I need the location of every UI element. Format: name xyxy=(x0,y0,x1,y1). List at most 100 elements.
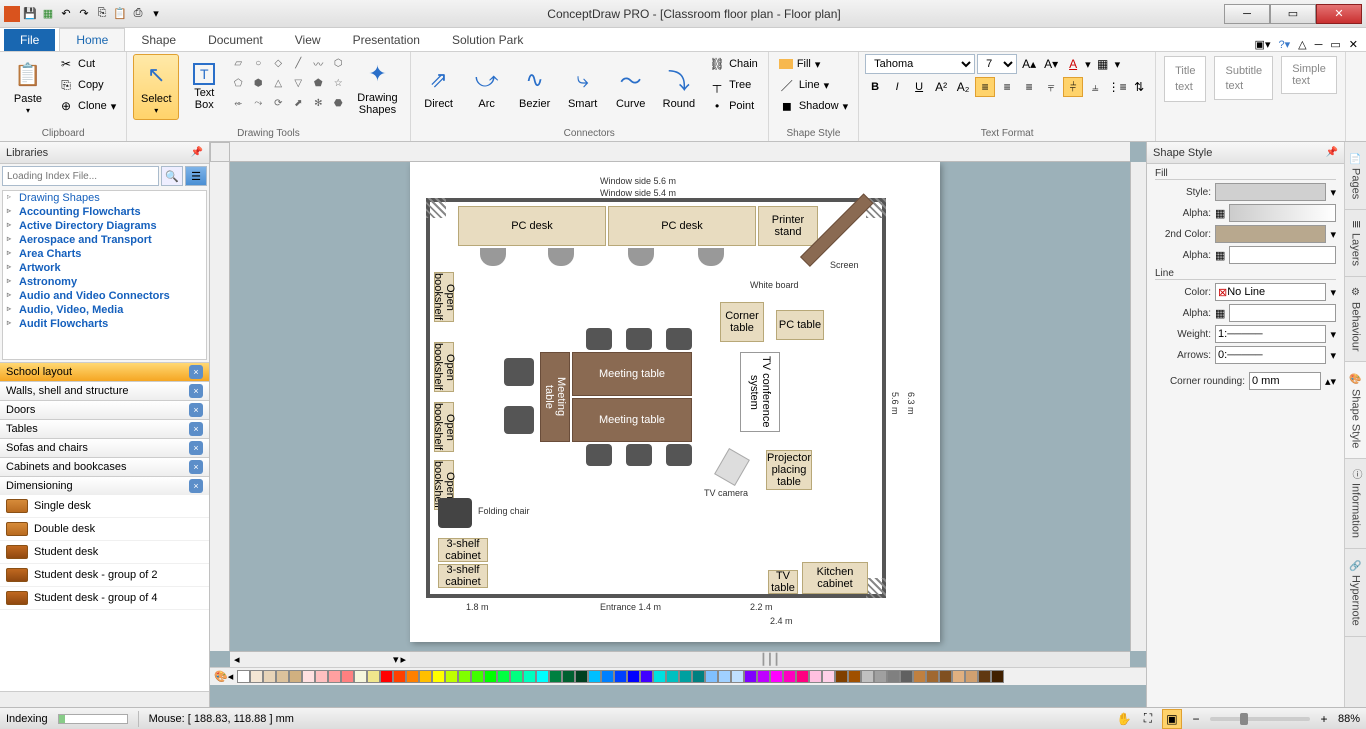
color-swatch[interactable] xyxy=(679,670,692,683)
arc-connector[interactable]: ⤻Arc xyxy=(465,54,509,120)
tab-solution[interactable]: Solution Park xyxy=(436,29,539,51)
superscript-icon[interactable]: A² xyxy=(931,77,951,97)
bezier-connector[interactable]: ∿Bezier xyxy=(513,54,557,120)
pin-icon[interactable]: 📌 xyxy=(1326,147,1338,158)
color-swatch[interactable] xyxy=(770,670,783,683)
valign-bot-icon[interactable]: ⫨ xyxy=(1085,77,1105,97)
font-size-select[interactable]: 7 xyxy=(977,54,1017,74)
window-icon[interactable]: ▣▾ xyxy=(1255,38,1271,51)
color-swatch[interactable] xyxy=(380,670,393,683)
direct-connector[interactable]: ⇗Direct xyxy=(417,54,461,120)
bullets-icon[interactable]: ⋮≡ xyxy=(1107,77,1127,97)
fp-tv-camera[interactable] xyxy=(714,448,750,486)
color-swatch[interactable] xyxy=(978,670,991,683)
fp-meeting-table[interactable]: Meeting table xyxy=(572,398,692,442)
tree-item[interactable]: Aerospace and Transport xyxy=(3,233,206,247)
tab-document[interactable]: Document xyxy=(192,29,279,51)
tab-view[interactable]: View xyxy=(279,29,337,51)
lib-cat-tables[interactable]: Tables× xyxy=(0,419,209,438)
fp-pc-table[interactable]: PC table xyxy=(776,310,824,340)
highlight-icon[interactable]: ▦ xyxy=(1093,54,1113,74)
qat-redo-icon[interactable]: ↷ xyxy=(76,6,92,22)
shape-single-desk[interactable]: Single desk xyxy=(0,495,209,518)
shadow-button[interactable]: ◼Shadow ▾ xyxy=(775,96,852,116)
view-mode-icon[interactable]: ☰ xyxy=(185,166,207,186)
tab-presentation[interactable]: Presentation xyxy=(337,29,436,51)
subscript-icon[interactable]: A₂ xyxy=(953,77,973,97)
color-swatch[interactable] xyxy=(237,670,250,683)
zoom-in-icon[interactable]: + xyxy=(1314,709,1334,729)
color-swatch[interactable] xyxy=(861,670,874,683)
color-swatch[interactable] xyxy=(575,670,588,683)
color-swatch[interactable] xyxy=(757,670,770,683)
color-swatch[interactable] xyxy=(523,670,536,683)
side-tab-shape-style[interactable]: 🎨Shape Style xyxy=(1345,362,1366,459)
lib-cat-sofas[interactable]: Sofas and chairs× xyxy=(0,438,209,457)
select-tool-button[interactable]: ↖Select▾ xyxy=(133,54,179,120)
valign-top-icon[interactable]: ⫧ xyxy=(1041,77,1061,97)
color-swatch[interactable] xyxy=(250,670,263,683)
minimize-button[interactable]: ─ xyxy=(1224,4,1270,24)
canvas-hscroll[interactable]: ┃┃┃ xyxy=(410,652,1130,667)
zoom-region-icon[interactable]: ⛶ xyxy=(1138,709,1158,729)
color-swatch[interactable] xyxy=(835,670,848,683)
fp-pc-desk[interactable]: PC desk xyxy=(458,206,606,246)
color-swatch[interactable] xyxy=(900,670,913,683)
fp-folding-chair[interactable] xyxy=(438,498,472,528)
tab-dropdown[interactable]: ▾ xyxy=(393,653,399,666)
fp-chair[interactable] xyxy=(626,444,652,466)
color-swatch[interactable] xyxy=(627,670,640,683)
underline-icon[interactable]: U xyxy=(909,77,929,97)
fill-button[interactable]: Fill ▾ xyxy=(775,54,852,74)
lib-cat-cabinets[interactable]: Cabinets and bookcases× xyxy=(0,457,209,476)
qat-undo-icon[interactable]: ↶ xyxy=(58,6,74,22)
shape-student-desk-2[interactable]: Student desk - group of 2 xyxy=(0,564,209,587)
title-style[interactable]: Title text xyxy=(1164,56,1206,102)
lib-cat-doors[interactable]: Doors× xyxy=(0,400,209,419)
textbox-tool-button[interactable]: TText Box xyxy=(183,54,225,120)
tree-item[interactable]: Audio and Video Connectors xyxy=(3,289,206,303)
fp-chair[interactable] xyxy=(586,328,612,350)
canvas-viewport[interactable]: Window side 5.6 m Window side 5.4 m PC d… xyxy=(230,162,1130,651)
align-right-icon[interactable]: ≡ xyxy=(1019,77,1039,97)
align-left-icon[interactable]: ≡ xyxy=(975,77,995,97)
color-swatch[interactable] xyxy=(497,670,510,683)
side-tab-pages[interactable]: 📄Pages xyxy=(1345,142,1366,210)
fp-chair[interactable] xyxy=(666,444,692,466)
color-swatch[interactable] xyxy=(874,670,887,683)
lib-cat-dimensioning[interactable]: Dimensioning× xyxy=(0,476,209,495)
color-swatch[interactable] xyxy=(328,670,341,683)
color-swatch[interactable] xyxy=(614,670,627,683)
fp-chair[interactable] xyxy=(666,328,692,350)
color-swatch[interactable] xyxy=(887,670,900,683)
color-swatch[interactable] xyxy=(406,670,419,683)
fp-monitor[interactable] xyxy=(698,248,724,266)
color-swatch[interactable] xyxy=(705,670,718,683)
ruler-vertical[interactable] xyxy=(210,162,230,651)
search-icon[interactable]: 🔍 xyxy=(161,166,183,186)
close-cat-icon[interactable]: × xyxy=(189,365,203,379)
tree-item[interactable]: Active Directory Diagrams xyxy=(3,219,206,233)
line-alpha-slider[interactable] xyxy=(1229,304,1336,322)
shape-student-desk[interactable]: Student desk xyxy=(0,541,209,564)
line-weight-select[interactable]: 1: ───── xyxy=(1215,325,1326,343)
color-swatch[interactable] xyxy=(939,670,952,683)
corner-rounding-input[interactable]: 0 mm xyxy=(1249,372,1321,390)
qat-paste-icon[interactable]: 📋 xyxy=(112,6,128,22)
tree-connector[interactable]: ┬Tree xyxy=(705,75,762,95)
tree-item[interactable]: Accounting Flowcharts xyxy=(3,205,206,219)
color-swatch[interactable] xyxy=(510,670,523,683)
fp-printer-stand[interactable]: Printer stand xyxy=(758,206,818,246)
color-swatch[interactable] xyxy=(926,670,939,683)
line-button[interactable]: ／Line ▾ xyxy=(775,75,852,95)
color-swatch[interactable] xyxy=(549,670,562,683)
valign-mid-icon[interactable]: ⫩ xyxy=(1063,77,1083,97)
fp-tv-conference[interactable]: TV conference system xyxy=(740,352,780,432)
side-tab-layers[interactable]: ≣Layers xyxy=(1345,210,1366,276)
qat-save-icon[interactable]: 💾 xyxy=(22,6,38,22)
tree-item[interactable]: Drawing Shapes xyxy=(3,191,206,205)
fp-bookshelf[interactable]: Open bookshelf xyxy=(434,402,454,452)
color-swatch[interactable] xyxy=(341,670,354,683)
color-swatch[interactable] xyxy=(783,670,796,683)
collapse-ribbon-icon[interactable]: △ xyxy=(1298,38,1306,51)
